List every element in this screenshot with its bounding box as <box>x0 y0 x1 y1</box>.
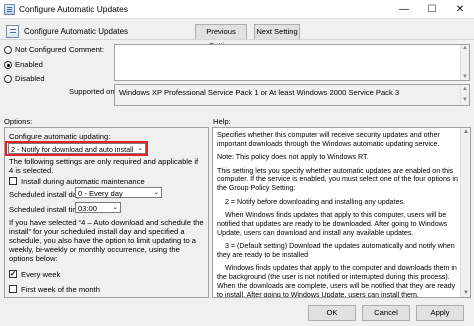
scroll-down-icon[interactable]: ▼ <box>462 74 468 80</box>
help-text: Specifies whether this computer will rec… <box>217 131 459 298</box>
help-paragraph: 2 = Notify before downloading and instal… <box>225 197 406 206</box>
header-divider <box>0 39 474 40</box>
checkbox-box[interactable] <box>9 285 17 293</box>
scroll-up-icon[interactable]: ▲ <box>462 85 468 94</box>
scheduled-time-value: 03:00 <box>78 204 98 213</box>
next-setting-button[interactable]: Next Setting <box>254 24 300 40</box>
radio-enabled-label: Enabled <box>15 60 43 69</box>
radio-disabled-label: Disabled <box>15 74 45 83</box>
minimize-button[interactable]: — <box>390 0 418 19</box>
radio-not-configured-label: Not Configured <box>15 45 67 54</box>
scheduled-time-label: Scheduled install time: <box>9 205 85 214</box>
first-week-label: First week of the month <box>21 285 100 294</box>
maximize-button[interactable]: ☐ <box>418 0 446 19</box>
first-week-checkbox[interactable]: First week of the month <box>9 284 199 295</box>
comment-textarea[interactable]: ▲ ▼ <box>114 44 470 81</box>
scroll-down-icon[interactable]: ▼ <box>462 96 468 105</box>
options-heading: Options: <box>4 117 33 126</box>
chevron-down-icon[interactable]: ⌄ <box>154 188 159 196</box>
supported-on-value: Windows XP Professional Service Pack 1 o… <box>119 88 400 97</box>
schedule-explanation: If you have selected “4 – Auto download … <box>9 218 204 263</box>
supported-on-field: Windows XP Professional Service Pack 1 o… <box>114 84 470 106</box>
setting-name: Configure Automatic Updates <box>24 27 129 36</box>
supported-scrollbar[interactable]: ▲ ▼ <box>460 85 469 105</box>
scheduled-day-value: 0 - Every day <box>78 189 123 198</box>
help-paragraph: Note: This policy does not apply to Wind… <box>217 153 369 162</box>
radio-enabled[interactable]: Enabled <box>4 59 94 71</box>
install-during-maintenance-checkbox[interactable]: Install during automatic maintenance <box>9 176 199 187</box>
help-paragraph: Specifies whether this computer will rec… <box>217 131 440 148</box>
chevron-down-icon[interactable]: ⌄ <box>113 203 118 211</box>
policy-settings-icon <box>4 4 15 15</box>
install-during-maintenance-label: Install during automatic maintenance <box>21 177 145 186</box>
help-paragraph: 3 = (Default setting) Download the updat… <box>217 242 455 259</box>
configure-updating-value: 2 - Notify for download and auto install <box>11 145 134 154</box>
scroll-up-icon[interactable]: ▲ <box>463 129 469 135</box>
options-panel: Configure automatic updating: 2 - Notify… <box>4 127 209 298</box>
help-paragraph: Windows finds updates that apply to the … <box>217 264 457 298</box>
scroll-down-icon[interactable]: ▼ <box>463 290 469 296</box>
next-setting-label: Next Setting <box>256 27 298 36</box>
scheduled-day-dropdown[interactable]: 0 - Every day ⌄ <box>75 187 162 198</box>
help-paragraph: When Windows finds updates that apply to… <box>217 210 448 237</box>
help-scrollbar[interactable]: ▲ ▼ <box>460 128 470 297</box>
title-bar[interactable]: Configure Automatic Updates — ☐ ✕ <box>0 0 474 19</box>
scroll-up-icon[interactable]: ▲ <box>462 45 468 51</box>
comment-label: Comment: <box>69 45 105 54</box>
cancel-button[interactable]: Cancel <box>362 305 410 321</box>
help-heading: Help: <box>213 117 231 126</box>
help-panel[interactable]: Specifies whether this computer will rec… <box>212 127 471 298</box>
radio-dot[interactable] <box>4 46 12 54</box>
supported-on-label: Supported on: <box>69 87 117 96</box>
ok-button[interactable]: OK <box>308 305 356 321</box>
configure-updating-dropdown[interactable]: 2 - Notify for download and auto install… <box>8 143 146 154</box>
every-week-checkbox[interactable]: Every week <box>9 269 199 280</box>
comment-scrollbar[interactable]: ▲ ▼ <box>460 45 469 80</box>
checkbox-box[interactable] <box>9 177 17 185</box>
apply-button[interactable]: Apply <box>416 305 464 321</box>
help-paragraph: This setting lets you specify whether au… <box>217 166 458 193</box>
checkbox-box[interactable] <box>9 269 17 278</box>
radio-dot[interactable] <box>4 75 12 83</box>
radio-disabled[interactable]: Disabled <box>4 73 94 85</box>
configure-updating-label: Configure automatic updating: <box>9 132 111 141</box>
window-title: Configure Automatic Updates <box>19 4 128 14</box>
scheduled-time-dropdown[interactable]: 03:00 ⌄ <box>75 202 121 213</box>
previous-setting-button[interactable]: Previous Setting <box>195 24 247 50</box>
applicability-note: The following settings are only required… <box>9 157 199 175</box>
every-week-label: Every week <box>21 270 61 279</box>
chevron-down-icon[interactable]: ⌄ <box>138 144 143 152</box>
close-button[interactable]: ✕ <box>446 0 474 19</box>
radio-dot[interactable] <box>4 61 12 69</box>
scheduled-day-label: Scheduled install day: <box>9 190 83 199</box>
setting-icon <box>6 25 19 38</box>
